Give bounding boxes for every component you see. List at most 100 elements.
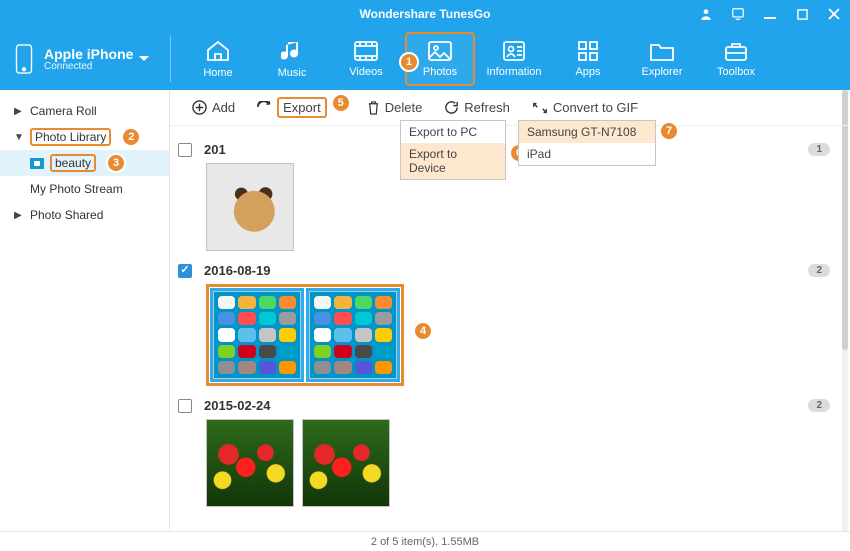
sidebar-item-label: Camera Roll [30,104,97,118]
tab-label: Explorer [642,66,683,78]
header: Apple iPhone Connected Home Music Videos… [0,28,850,90]
sidebar-item-label: My Photo Stream [30,182,123,196]
user-icon[interactable] [696,4,716,24]
menu-label: Export to Device [409,147,457,175]
main-area: Add Export 5 Delete Refresh Convert to G… [170,90,850,531]
menu-device-samsung[interactable]: Samsung GT-N7108 7 [519,121,655,143]
group-header[interactable]: 2015-02-24 2 [178,398,830,413]
device-selector[interactable]: Apple iPhone Connected [0,28,170,90]
delete-button[interactable]: Delete [367,100,423,115]
tool-label: Convert to GIF [553,100,638,115]
tab-photos[interactable]: Photos 1 [405,32,475,86]
photo-thumbnail[interactable] [213,291,301,379]
sidebar-item-stream[interactable]: My Photo Stream [0,176,169,202]
minimize-button[interactable] [760,4,780,24]
tab-explorer[interactable]: Explorer [627,32,697,86]
checkbox[interactable] [178,143,192,157]
group-date: 201 [204,142,226,157]
window-title: Wondershare TunesGo [360,7,491,21]
sidebar-item-photo-library[interactable]: ▼ Photo Library 2 [0,124,169,150]
refresh-button[interactable]: Refresh [444,100,510,115]
body: ▶ Camera Roll ▼ Photo Library 2 beauty 3… [0,90,850,531]
annotation-2: 2 [121,127,141,147]
maximize-button[interactable] [792,4,812,24]
header-tabs: Home Music Videos Photos 1 Information A… [171,28,850,90]
tab-toolbox[interactable]: Toolbox [701,32,771,86]
menu-label: Samsung GT-N7108 [527,125,636,139]
group-count: 2 [808,399,830,412]
window-buttons [696,0,844,28]
export-menu: Export to PC Export to Device 6 [400,120,506,180]
thumbnail-row: 4 [206,284,830,386]
tab-videos[interactable]: Videos [331,32,401,86]
tab-label: Apps [575,66,600,78]
add-button[interactable]: Add [192,100,235,115]
device-submenu: Samsung GT-N7108 7 iPad [518,120,656,166]
device-name: Apple iPhone [44,47,133,61]
annotation-4: 4 [413,321,433,341]
thumbnail-row [206,163,830,251]
title-bar: Wondershare TunesGo [0,0,850,28]
group-date: 2015-02-24 [204,398,271,413]
annotation-5: 5 [331,93,351,113]
close-button[interactable] [824,4,844,24]
group-count: 1 [808,143,830,156]
tab-label: Videos [349,66,382,78]
device-text: Apple iPhone Connected [44,47,133,72]
sidebar-item-shared[interactable]: ▶ Photo Shared [0,202,169,228]
selection-highlight: 4 [206,284,404,386]
checkbox[interactable] [178,264,192,278]
tab-apps[interactable]: Apps [553,32,623,86]
menu-export-pc[interactable]: Export to PC [401,121,505,143]
annotation-1: 1 [399,52,419,72]
tab-label: Music [278,67,307,79]
thumbnail-row [206,419,830,507]
tri-right-icon: ▶ [14,106,24,117]
checkbox[interactable] [178,399,192,413]
menu-label: iPad [527,147,551,161]
photo-thumbnail[interactable] [206,163,294,251]
device-status: Connected [44,61,133,72]
phone-icon [14,44,34,74]
photo-thumbnail[interactable] [309,291,397,379]
tab-label: Toolbox [717,66,755,78]
menu-export-device[interactable]: Export to Device 6 [401,143,505,179]
convert-gif-button[interactable]: Convert to GIF [532,100,638,115]
annotation-3: 3 [106,153,126,173]
annotation-7: 7 [659,121,679,141]
group-date: 2016-08-19 [204,263,271,278]
tab-label: Home [203,67,232,79]
tab-information[interactable]: Information [479,32,549,86]
sidebar-item-beauty[interactable]: beauty 3 [0,150,169,176]
tab-label: Photos [423,66,457,78]
sidebar-item-label: Photo Shared [30,208,103,222]
tri-right-icon: ▶ [14,210,24,221]
tool-label: Add [212,100,235,115]
toolbar: Add Export 5 Delete Refresh Convert to G… [170,90,850,126]
caret-down-icon [138,55,150,63]
tab-home[interactable]: Home [183,32,253,86]
tab-label: Information [486,66,541,78]
tool-label: Export [277,97,327,118]
tri-down-icon: ▼ [14,132,24,143]
export-button[interactable]: Export 5 [257,97,327,118]
status-text: 2 of 5 item(s), 1.55MB [371,536,479,548]
menu-device-ipad[interactable]: iPad [519,143,655,165]
scroll-thumb[interactable] [842,90,848,350]
photo-thumbnail[interactable] [302,419,390,507]
scrollbar[interactable] [842,90,848,531]
tool-label: Refresh [464,100,510,115]
sidebar-item-label: Photo Library [30,128,111,146]
sidebar: ▶ Camera Roll ▼ Photo Library 2 beauty 3… [0,90,170,531]
group-count: 2 [808,264,830,277]
image-icon [30,158,44,169]
photo-thumbnail[interactable] [206,419,294,507]
sidebar-item-label: beauty [50,154,96,172]
feedback-icon[interactable] [728,4,748,24]
status-bar: 2 of 5 item(s), 1.55MB [0,531,850,551]
tab-music[interactable]: Music [257,32,327,86]
tool-label: Delete [385,100,423,115]
sidebar-item-camera-roll[interactable]: ▶ Camera Roll [0,98,169,124]
group-header[interactable]: 2016-08-19 2 [178,263,830,278]
menu-label: Export to PC [409,125,477,139]
